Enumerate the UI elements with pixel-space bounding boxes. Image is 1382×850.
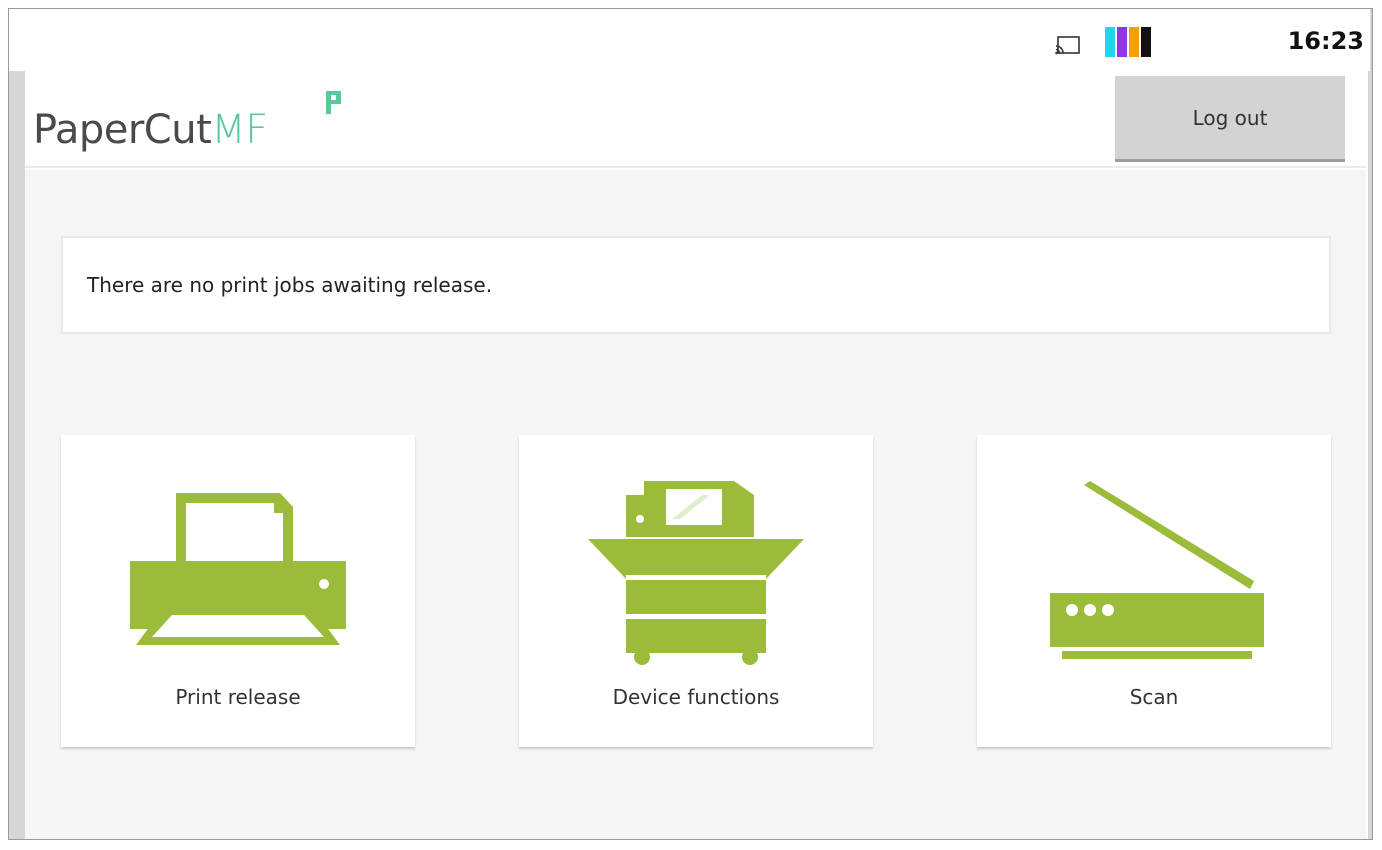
toner-yellow — [1129, 27, 1139, 57]
printer-icon — [130, 493, 346, 645]
status-message: There are no print jobs awaiting release… — [61, 236, 1331, 334]
main-content: There are no print jobs awaiting release… — [25, 170, 1366, 839]
toner-cyan — [1105, 27, 1115, 57]
tile-device-functions[interactable]: Device functions — [519, 435, 873, 747]
tile-print-release[interactable]: Print release — [61, 435, 415, 747]
tile-scan[interactable]: Scan — [977, 435, 1331, 747]
tile-label-device-functions: Device functions — [612, 685, 780, 709]
status-bar: 16:23 — [9, 9, 1370, 71]
logo-text-accent: MF — [211, 107, 268, 153]
screen-right-edge — [1368, 9, 1372, 839]
copier-icon — [588, 481, 804, 665]
logo-flag-icon — [326, 91, 341, 114]
scanner-icon — [1050, 481, 1264, 659]
toner-levels — [1105, 27, 1151, 57]
tile-label-scan: Scan — [1129, 685, 1179, 709]
clock: 16:23 — [1287, 27, 1364, 55]
cast-icon — [1055, 36, 1080, 55]
screen-left-edge — [9, 69, 25, 839]
device-screen: 16:23 PaperCutMF Log out There are no pr… — [8, 8, 1373, 840]
logout-button[interactable]: Log out — [1115, 76, 1345, 162]
toner-black — [1141, 27, 1151, 57]
header: PaperCutMF Log out — [25, 71, 1366, 168]
tile-label-print-release: Print release — [175, 685, 301, 709]
toner-magenta — [1117, 27, 1127, 57]
logo-text-main: PaperCut — [33, 107, 212, 153]
